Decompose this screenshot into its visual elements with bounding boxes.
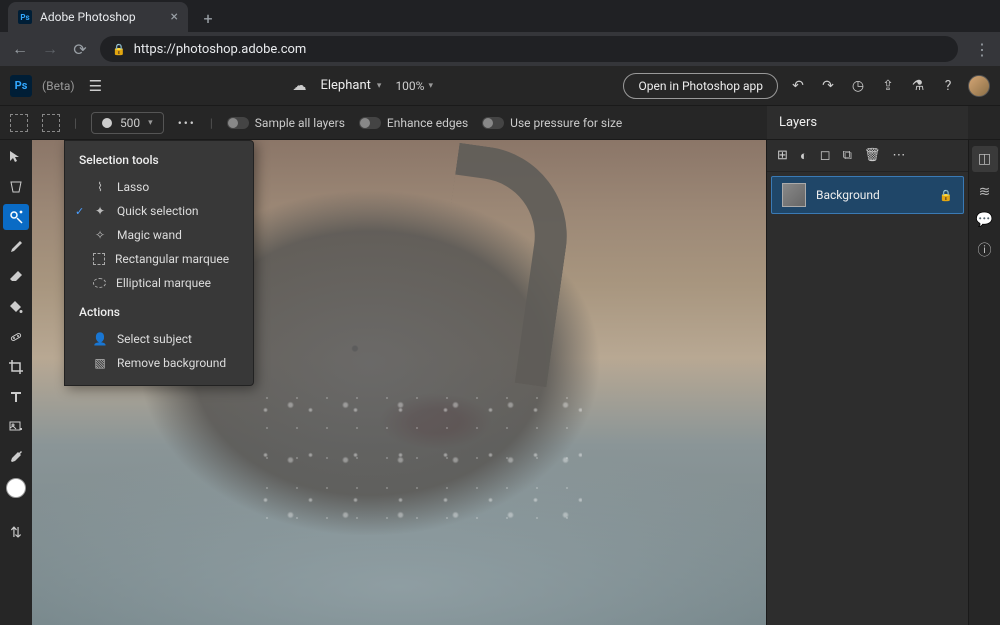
flyout-action-select-subject[interactable]: 👤 Select subject [65,327,253,351]
reload-button[interactable]: ⟳ [70,40,90,59]
flyout-item-lasso[interactable]: ⌇ Lasso [65,175,253,199]
share-icon[interactable]: ⇪ [878,78,898,94]
browser-tab-strip: Ps Adobe Photoshop × + [0,0,1000,32]
adjustment-layer-icon[interactable]: ◐ [800,148,808,164]
favicon-icon: Ps [18,10,32,24]
browser-tab[interactable]: Ps Adobe Photoshop × [8,2,188,32]
canvas[interactable]: Selection tools ⌇ Lasso ✦ Quick selectio… [32,140,766,625]
zoom-control[interactable]: 100% ▾ [395,79,433,93]
chevron-down-icon: ▾ [148,118,153,128]
layers-toolbar: ⊞ ◐ ◻ ⧉ 🗑 ⋯ [767,140,968,172]
text-tool[interactable] [3,384,29,410]
rectangular-marquee-icon [93,253,105,265]
eraser-tool[interactable] [3,264,29,290]
add-selection-icon[interactable] [10,114,28,132]
mask-icon[interactable]: ◻ [820,148,831,163]
group-icon[interactable]: ⧉ [843,148,852,163]
redo-icon[interactable]: ↷ [818,78,838,94]
crop-tool[interactable] [3,354,29,380]
remove-background-icon: ▧ [93,356,107,370]
forward-button[interactable]: → [40,39,60,59]
layer-thumbnail [782,183,806,207]
enhance-edges-toggle[interactable]: Enhance edges [359,116,468,130]
left-toolbar: ⇅ [0,140,32,625]
help-icon[interactable]: ? [938,78,958,94]
flyout-action-remove-background[interactable]: ▧ Remove background [65,351,253,375]
url-text: https://photoshop.adobe.com [134,42,307,57]
undo-icon[interactable]: ↶ [788,78,808,94]
beta-label: (Beta) [42,79,75,93]
flyout-item-magic-wand[interactable]: ✧ Magic wand [65,223,253,247]
layers-tab-icon[interactable]: ◫ [972,146,998,172]
open-in-app-button[interactable]: Open in Photoshop app [623,73,778,99]
document-name[interactable]: Elephant ▾ [320,78,381,93]
photoshop-logo-icon[interactable]: Ps [10,75,32,97]
subtract-selection-icon[interactable] [42,114,60,132]
brush-size-value: 500 [120,116,140,130]
selection-tool[interactable] [3,204,29,230]
layer-name: Background [816,188,929,202]
add-layer-icon[interactable]: ⊞ [777,148,788,163]
flyout-item-rectangular-marquee[interactable]: Rectangular marquee [65,247,253,271]
comments-tab-icon[interactable]: 💬 [976,212,993,228]
brush-tool[interactable] [3,234,29,260]
lock-icon[interactable]: 🔒 [939,189,953,202]
brush-size-control[interactable]: 500 ▾ [91,112,164,134]
back-button[interactable]: ← [10,39,30,59]
brush-preview-icon [102,118,112,128]
cloud-icon: ☁ [292,78,306,94]
chevron-down-icon: ▾ [428,81,433,91]
browser-menu-button[interactable]: ⋮ [974,40,990,59]
app-header: Ps (Beta) ☰ ☁ Elephant ▾ 100% ▾ Open in … [0,66,1000,106]
tab-title: Adobe Photoshop [40,10,163,24]
fill-tool[interactable] [3,294,29,320]
panel-title: Layers [779,115,817,130]
pressure-size-toggle[interactable]: Use pressure for size [482,116,622,130]
panel-header: Layers [767,106,968,140]
foreground-color-swatch[interactable] [6,478,26,498]
adjustments-tab-icon[interactable]: ≋ [979,184,991,200]
more-options-icon[interactable]: ••• [178,116,196,130]
flyout-section-header: Actions [65,303,253,327]
info-tab-icon[interactable]: ⓘ [978,240,992,260]
select-subject-icon: 👤 [93,332,107,346]
lasso-icon: ⌇ [93,180,107,194]
new-tab-button[interactable]: + [194,4,222,32]
lock-icon: 🔒 [112,43,126,56]
chevron-down-icon: ▾ [377,81,382,91]
delete-layer-icon[interactable]: 🗑 [864,148,881,163]
flyout-item-elliptical-marquee[interactable]: Elliptical marquee [65,271,253,295]
magic-wand-icon: ✧ [93,228,107,242]
beaker-icon[interactable]: ⚗ [908,78,928,94]
eyedropper-tool[interactable] [3,444,29,470]
flyout-section-header: Selection tools [65,151,253,175]
add-image-tool[interactable] [3,414,29,440]
move-tool[interactable] [3,144,29,170]
quick-selection-icon: ✦ [93,204,107,218]
more-layers-icon[interactable]: ⋯ [892,148,905,163]
elliptical-marquee-icon [93,278,106,288]
address-bar[interactable]: 🔒 https://photoshop.adobe.com [100,36,958,62]
sample-all-layers-toggle[interactable]: Sample all layers [227,116,345,130]
timer-icon[interactable]: ◷ [848,78,868,94]
layer-row[interactable]: Background 🔒 [771,176,964,214]
hamburger-menu-icon[interactable]: ☰ [89,77,102,95]
close-tab-icon[interactable]: × [171,9,178,25]
swap-colors-icon[interactable]: ⇅ [3,520,29,546]
user-avatar[interactable] [968,75,990,97]
selection-tools-flyout: Selection tools ⌇ Lasso ✦ Quick selectio… [64,140,254,386]
layers-panel: Layers ⊞ ◐ ◻ ⧉ 🗑 ⋯ Background 🔒 [766,140,968,625]
workspace: ⇅ Selection tools ⌇ Lasso ✦ Quick select… [0,140,1000,625]
flyout-item-quick-selection[interactable]: ✦ Quick selection [65,199,253,223]
transform-tool[interactable] [3,174,29,200]
heal-tool[interactable] [3,324,29,350]
header-center: ☁ Elephant ▾ 100% ▾ [112,78,613,94]
browser-toolbar: ← → ⟳ 🔒 https://photoshop.adobe.com ⋮ [0,32,1000,66]
right-rail: ◫ ≋ 💬 ⓘ [968,140,1000,625]
